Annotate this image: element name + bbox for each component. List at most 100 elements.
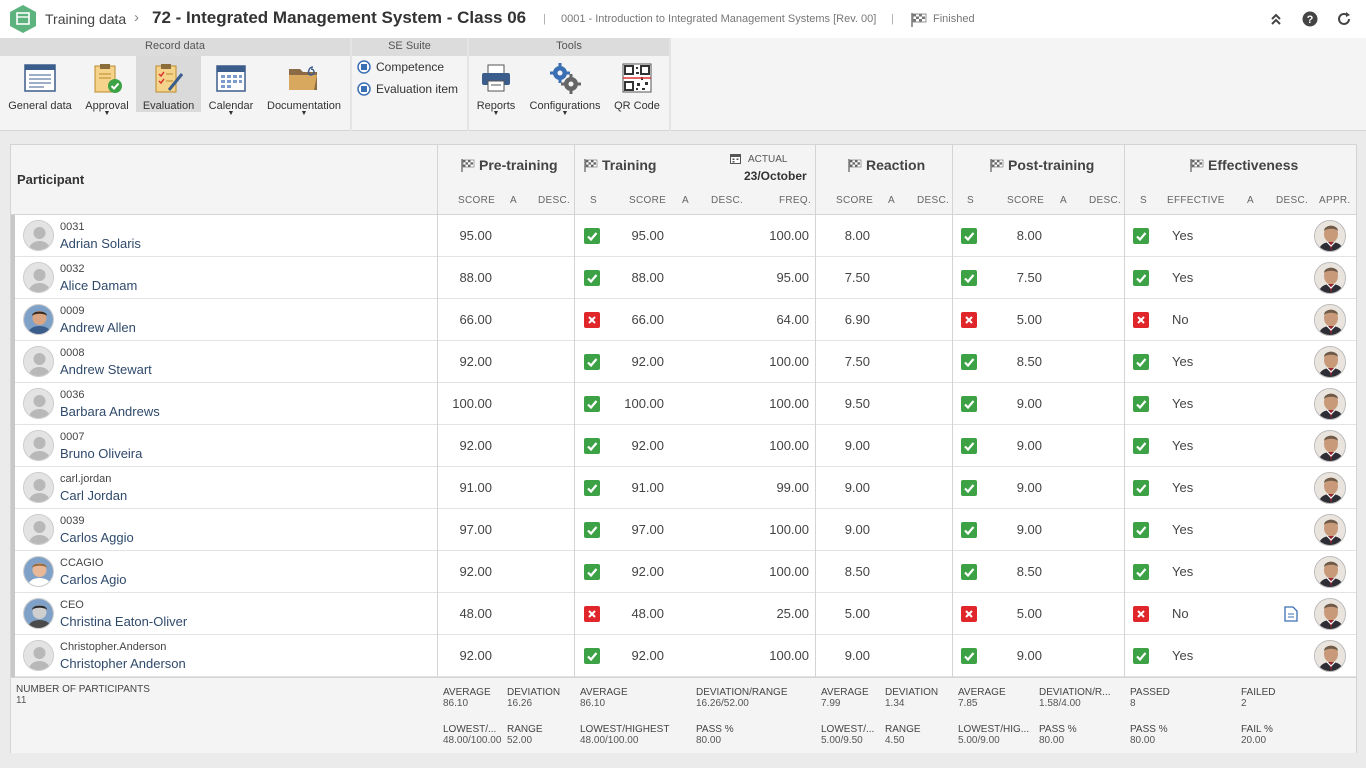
table-row[interactable]: CCAGIO Carlos Agio 92.00 92.00 100.00 8.50 8.5… bbox=[11, 551, 1356, 593]
configurations-button[interactable]: Configurations ▼ bbox=[527, 56, 603, 117]
participant-name[interactable]: Andrew Stewart bbox=[60, 362, 152, 377]
training-lowest-highest-label: LOWEST/HIGHEST bbox=[580, 724, 670, 735]
participant-column-header[interactable]: Participant bbox=[17, 172, 84, 187]
post-training-score: 8.50 bbox=[1016, 354, 1042, 369]
app-logo-icon[interactable] bbox=[8, 4, 38, 34]
table-row[interactable]: 0007 Bruno Oliveira 92.00 92.00 100.00 9.00 9.… bbox=[11, 425, 1356, 467]
post-training-score: 9.00 bbox=[1016, 438, 1042, 453]
approver-avatar[interactable] bbox=[1314, 472, 1346, 504]
training-score-header[interactable]: SCORE bbox=[629, 195, 666, 206]
participant-name[interactable]: Carlos Agio bbox=[60, 572, 126, 587]
eff-failed-label: FAILED bbox=[1241, 687, 1276, 698]
evaluation-button[interactable]: Evaluation bbox=[136, 56, 201, 112]
post-a-header[interactable]: A bbox=[1060, 195, 1067, 206]
reports-button[interactable]: Reports ▼ bbox=[474, 56, 518, 117]
approver-avatar[interactable] bbox=[1314, 262, 1346, 294]
pre-a-header[interactable]: A bbox=[510, 195, 517, 206]
approver-avatar[interactable] bbox=[1314, 304, 1346, 336]
participant-avatar bbox=[23, 472, 54, 503]
form-icon bbox=[24, 64, 56, 92]
participant-id: 0007 bbox=[60, 431, 85, 443]
post-score-header[interactable]: SCORE bbox=[1007, 195, 1044, 206]
participant-name[interactable]: Christopher Anderson bbox=[60, 656, 186, 671]
row-indicator bbox=[11, 593, 15, 635]
competence-link[interactable]: Competence bbox=[357, 60, 444, 74]
check-icon bbox=[961, 270, 977, 286]
training-pass: 80.00 bbox=[696, 735, 722, 746]
document-icon[interactable] bbox=[1284, 606, 1298, 625]
post-lowest-highest-label: LOWEST/HIG... bbox=[958, 724, 1030, 735]
table-row[interactable]: 0032 Alice Damam 88.00 88.00 95.00 7.50 7.50 Ye… bbox=[11, 257, 1356, 299]
table-row[interactable]: CEO Christina Eaton-Oliver 48.00 48.00 25.00… bbox=[11, 593, 1356, 635]
training-frequency: 100.00 bbox=[769, 228, 809, 243]
effective-value: Yes bbox=[1172, 438, 1194, 453]
participant-id: 0008 bbox=[60, 347, 85, 359]
eff-pass: 80.00 bbox=[1130, 735, 1156, 746]
participant-name[interactable]: Carl Jordan bbox=[60, 488, 127, 503]
check-icon bbox=[584, 228, 600, 244]
table-row[interactable]: 0031 Adrian Solaris 95.00 95.00 100.00 8.00 8.… bbox=[11, 215, 1356, 257]
table-row[interactable]: Christopher.Anderson Christopher Anderson… bbox=[11, 635, 1356, 677]
ribbon-toolbar: Record data SE Suite Tools General data … bbox=[0, 38, 1366, 131]
approver-avatar[interactable] bbox=[1314, 430, 1346, 462]
eff-desc-header[interactable]: DESC. bbox=[1276, 195, 1308, 206]
approval-button[interactable]: Approval ▼ bbox=[80, 56, 134, 117]
table-row[interactable]: 0009 Andrew Allen 66.00 66.00 64.00 6.90 5.00 N… bbox=[11, 299, 1356, 341]
participant-name[interactable]: Andrew Allen bbox=[60, 320, 136, 335]
reaction-a-header[interactable]: A bbox=[888, 195, 895, 206]
table-row[interactable]: 0039 Carlos Aggio 97.00 97.00 100.00 9.00 9.00… bbox=[11, 509, 1356, 551]
approver-avatar[interactable] bbox=[1314, 388, 1346, 420]
training-a-header[interactable]: A bbox=[682, 195, 689, 206]
participant-name[interactable]: Barbara Andrews bbox=[60, 404, 160, 419]
effectiveness-header: Effectiveness bbox=[1190, 157, 1298, 173]
participant-name[interactable]: Carlos Aggio bbox=[60, 530, 134, 545]
approver-avatar[interactable] bbox=[1314, 640, 1346, 672]
post-s-header[interactable]: S bbox=[967, 195, 974, 206]
training-score: 100.00 bbox=[624, 396, 664, 411]
table-row[interactable]: 0036 Barbara Andrews 100.00 100.00 100.00 9.5… bbox=[11, 383, 1356, 425]
participant-name[interactable]: Bruno Oliveira bbox=[60, 446, 142, 461]
reaction-range: 4.50 bbox=[885, 735, 905, 746]
training-score: 92.00 bbox=[631, 354, 664, 369]
help-icon[interactable]: ? bbox=[1302, 11, 1318, 27]
pre-range-label: RANGE bbox=[507, 724, 543, 735]
breadcrumb-training-data[interactable]: Training data bbox=[45, 11, 126, 27]
documentation-button[interactable]: Documentation ▼ bbox=[264, 56, 344, 117]
row-indicator bbox=[11, 425, 15, 467]
printer-icon bbox=[482, 64, 510, 92]
reaction-desc-header[interactable]: DESC. bbox=[917, 195, 949, 206]
eff-a-header[interactable]: A bbox=[1247, 195, 1254, 206]
eff-effective-header[interactable]: EFFECTIVE bbox=[1167, 195, 1225, 206]
evaluation-item-link[interactable]: Evaluation item bbox=[357, 82, 458, 96]
refresh-icon[interactable] bbox=[1336, 11, 1352, 27]
approver-avatar[interactable] bbox=[1314, 514, 1346, 546]
training-s-header[interactable]: S bbox=[590, 195, 597, 206]
approver-avatar[interactable] bbox=[1314, 598, 1346, 630]
row-indicator bbox=[11, 299, 15, 341]
post-desc-header[interactable]: DESC. bbox=[1089, 195, 1121, 206]
participant-name[interactable]: Alice Damam bbox=[60, 278, 137, 293]
table-row[interactable]: carl.jordan Carl Jordan 91.00 91.00 99.00 9.0… bbox=[11, 467, 1356, 509]
participant-name[interactable]: Christina Eaton-Oliver bbox=[60, 614, 187, 629]
participant-name[interactable]: Adrian Solaris bbox=[60, 236, 141, 251]
table-row[interactable]: 0008 Andrew Stewart 92.00 92.00 100.00 7.50 8.… bbox=[11, 341, 1356, 383]
group-record-data: Record data bbox=[0, 38, 350, 56]
qr-code-button[interactable]: QR Code bbox=[612, 56, 662, 112]
approver-avatar[interactable] bbox=[1314, 220, 1346, 252]
calendar-button[interactable]: Calendar ▼ bbox=[205, 56, 257, 117]
participants-count-label: NUMBER OF PARTICIPANTS bbox=[16, 684, 150, 695]
collapse-icon[interactable] bbox=[1268, 11, 1284, 27]
eff-appr-header[interactable]: APPR. bbox=[1319, 195, 1351, 206]
general-data-button[interactable]: General data bbox=[5, 56, 75, 112]
row-indicator bbox=[11, 257, 15, 299]
reaction-score-header[interactable]: SCORE bbox=[836, 195, 873, 206]
training-desc-header[interactable]: DESC. bbox=[711, 195, 743, 206]
reaction-score: 7.50 bbox=[844, 270, 870, 285]
pre-desc-header[interactable]: DESC. bbox=[538, 195, 570, 206]
approver-avatar[interactable] bbox=[1314, 556, 1346, 588]
training-freq-header[interactable]: FREQ. bbox=[779, 195, 811, 206]
approver-avatar[interactable] bbox=[1314, 346, 1346, 378]
pre-score-header[interactable]: SCORE bbox=[458, 195, 495, 206]
eff-s-header[interactable]: S bbox=[1140, 195, 1147, 206]
dropdown-arrow-icon: ▼ bbox=[227, 110, 235, 117]
